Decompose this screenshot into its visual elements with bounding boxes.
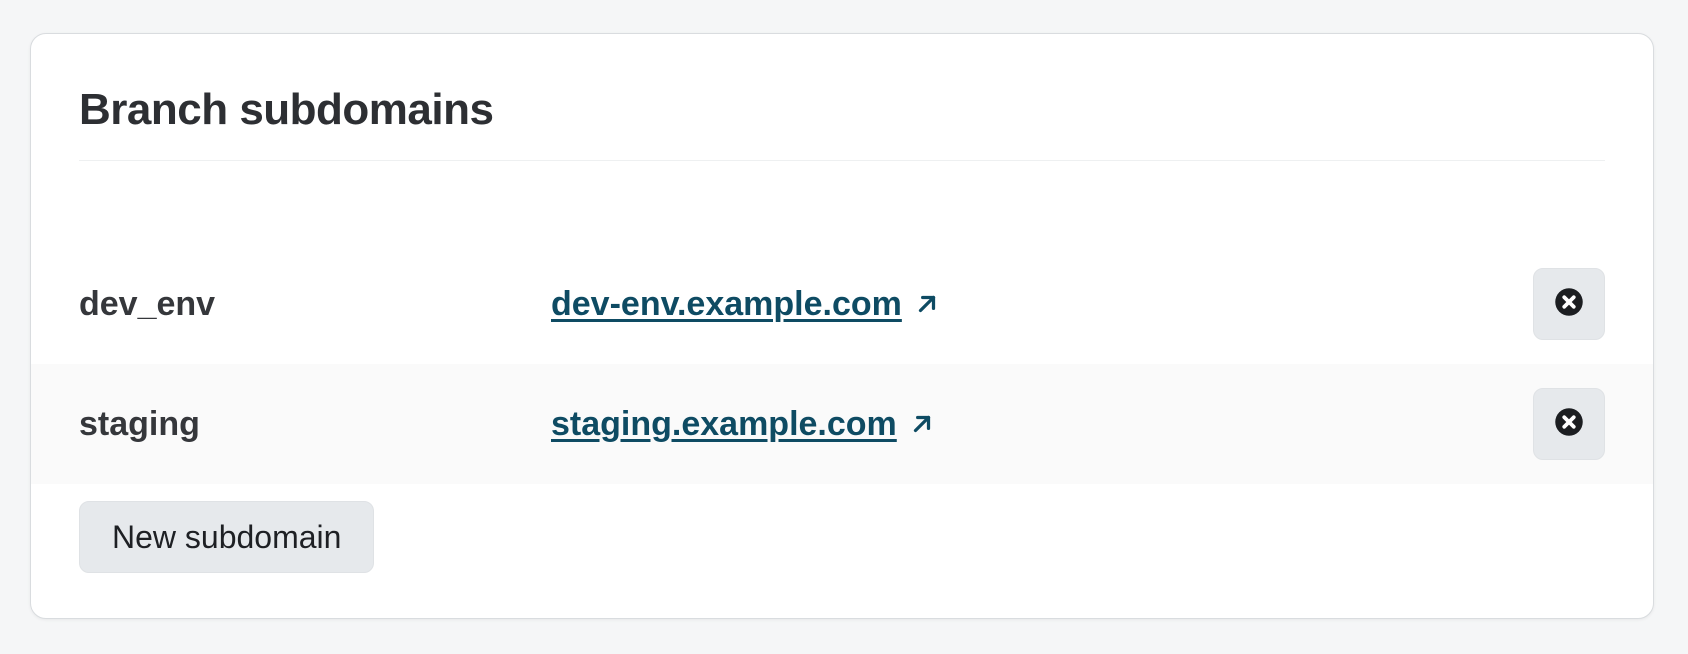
subdomain-url[interactable]: staging.example.com (551, 405, 897, 444)
new-subdomain-button[interactable]: New subdomain (79, 501, 375, 573)
subdomain-row-staging: staging staging.example.com (31, 364, 1653, 484)
subdomain-link-staging[interactable]: staging.example.com (551, 405, 935, 444)
subdomain-link-dev-env[interactable]: dev-env.example.com (551, 285, 940, 324)
subdomain-row-dev-env: dev_env dev-env.example.com (31, 244, 1653, 364)
card-title: Branch subdomains (79, 85, 494, 134)
subdomain-list: dev_env dev-env.example.com staging stag… (31, 244, 1653, 484)
branch-name: dev_env (79, 284, 216, 323)
branch-name: staging (79, 404, 200, 443)
external-link-icon (914, 291, 940, 317)
external-link-icon (909, 411, 935, 437)
subdomain-url[interactable]: dev-env.example.com (551, 285, 902, 324)
delete-subdomain-button[interactable] (1533, 268, 1605, 340)
branch-subdomains-card: Branch subdomains dev_env dev-env.exampl… (30, 33, 1654, 619)
delete-subdomain-button[interactable] (1533, 388, 1605, 460)
close-circle-icon (1554, 407, 1584, 442)
title-divider (79, 160, 1605, 161)
close-circle-icon (1554, 287, 1584, 322)
